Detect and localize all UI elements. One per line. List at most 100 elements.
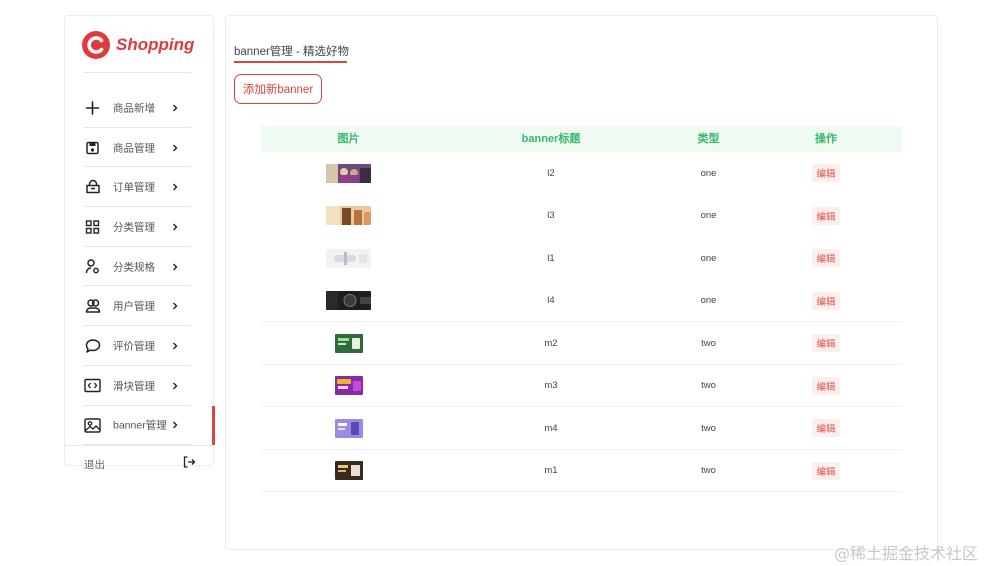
column-header-image: 图片 <box>337 133 360 145</box>
image-cell <box>301 407 396 450</box>
watermark: @稀土掘金技术社区 <box>834 544 979 563</box>
title-cell: m2 <box>544 337 558 349</box>
main-panel: banner管理 - 精选好物 添加新banner 图片 banner标题 类型… <box>225 15 938 550</box>
title-cell: l4 <box>547 295 555 307</box>
brand-logo[interactable]: Shopping <box>82 30 194 60</box>
logout-label: 退出 <box>84 459 105 471</box>
sidebar-item-sliders[interactable]: 滑块管理 <box>65 366 214 406</box>
image-cell <box>301 322 396 365</box>
edit-button[interactable]: 编辑 <box>812 419 840 438</box>
code-icon <box>84 377 101 394</box>
image-cell <box>301 450 396 493</box>
table-row: l3 one 编辑 <box>261 195 902 238</box>
banner-thumbnail <box>334 376 363 396</box>
title-cell: l3 <box>547 210 555 222</box>
sidebar-item-label: 分类规格 <box>113 261 155 274</box>
banner-thumbnail <box>326 248 371 268</box>
action-cell: 编辑 <box>786 152 866 195</box>
type-cell: two <box>701 380 716 392</box>
chevron-right-icon <box>173 382 178 390</box>
divider <box>65 445 214 446</box>
table-row: m2 two 编辑 <box>261 322 902 365</box>
title-cell: l1 <box>547 252 555 264</box>
edit-button[interactable]: 编辑 <box>812 334 840 353</box>
title-cell: m3 <box>544 380 558 392</box>
sidebar: Shopping 商品新增 商品管理 订单管理 分类管理 分类规格 用户管理 评… <box>64 15 215 471</box>
sidebar-menu: 商品新增 商品管理 订单管理 分类管理 分类规格 用户管理 评价管理 滑块管理 … <box>65 88 215 446</box>
chevron-right-icon <box>173 342 178 350</box>
edit-button[interactable]: 编辑 <box>812 164 840 183</box>
table-row: l2 one 编辑 <box>261 152 902 195</box>
users-icon <box>84 298 101 315</box>
type-cell: one <box>700 210 717 222</box>
sidebar-item-banners[interactable]: banner管理 <box>65 405 215 446</box>
brand-name: Shopping <box>116 35 195 54</box>
banner-thumbnail <box>326 206 371 226</box>
edit-button[interactable]: 编辑 <box>812 291 840 310</box>
image-cell <box>301 365 396 408</box>
action-cell: 编辑 <box>786 407 866 450</box>
column-header-type: 类型 <box>697 133 720 145</box>
chevron-right-icon <box>173 421 178 429</box>
column-header-title: banner标题 <box>521 133 581 145</box>
image-icon <box>84 417 101 434</box>
image-cell <box>301 195 396 238</box>
save-icon <box>84 139 101 156</box>
chevron-right-icon <box>173 144 178 152</box>
sidebar-item-orders[interactable]: 订单管理 <box>65 167 214 207</box>
chevron-right-icon <box>173 104 178 112</box>
edit-button[interactable]: 编辑 <box>812 461 840 480</box>
sidebar-item-label: 订单管理 <box>113 181 155 194</box>
chevron-right-icon <box>173 183 178 191</box>
logout-button[interactable]: 退出 <box>84 454 196 474</box>
add-banner-button[interactable]: 添加新banner <box>234 74 322 104</box>
type-cell: two <box>701 422 716 434</box>
title-cell: m4 <box>544 422 558 434</box>
banner-thumbnail <box>334 418 363 438</box>
edit-button[interactable]: 编辑 <box>812 376 840 395</box>
logout-icon <box>183 456 196 468</box>
image-cell <box>301 280 396 323</box>
banner-thumbnail <box>334 461 363 481</box>
sidebar-item-product-add[interactable]: 商品新增 <box>65 88 214 128</box>
grid-icon <box>84 218 101 235</box>
table-row: l4 one 编辑 <box>261 280 902 323</box>
type-cell: two <box>701 465 716 477</box>
sidebar-item-reviews[interactable]: 评价管理 <box>65 326 214 366</box>
edit-button[interactable]: 编辑 <box>812 206 840 225</box>
table-row: l1 one 编辑 <box>261 237 902 280</box>
type-cell: two <box>701 337 716 349</box>
table-row: m1 two 编辑 <box>261 450 902 493</box>
title-cell: l2 <box>547 167 555 179</box>
table-header: 图片 banner标题 类型 操作 <box>261 126 902 152</box>
image-cell <box>301 152 396 195</box>
plus-icon <box>84 99 101 116</box>
edit-button[interactable]: 编辑 <box>812 249 840 268</box>
sidebar-item-category-specs[interactable]: 分类规格 <box>65 247 214 287</box>
action-cell: 编辑 <box>786 195 866 238</box>
comment-icon <box>84 337 101 354</box>
action-cell: 编辑 <box>786 280 866 323</box>
sidebar-item-label: 滑块管理 <box>113 380 155 393</box>
sidebar-item-label: 分类管理 <box>113 221 155 234</box>
sidebar-item-label: 商品新增 <box>113 102 155 115</box>
chevron-right-icon <box>173 223 178 231</box>
shopping-bag-icon <box>84 179 101 196</box>
type-cell: one <box>700 167 717 179</box>
sidebar-item-users[interactable]: 用户管理 <box>65 286 214 326</box>
chevron-right-icon <box>173 302 178 310</box>
tab-underline <box>234 61 347 63</box>
logo-c-icon <box>82 31 110 59</box>
sidebar-item-label: 商品管理 <box>113 142 155 155</box>
action-cell: 编辑 <box>786 450 866 493</box>
active-indicator <box>212 405 215 446</box>
sidebar-item-label: 评价管理 <box>113 340 155 353</box>
sidebar-item-product-manage[interactable]: 商品管理 <box>65 128 214 168</box>
image-cell <box>301 237 396 280</box>
table-row: m3 two 编辑 <box>261 365 902 408</box>
sidebar-item-categories[interactable]: 分类管理 <box>65 207 214 247</box>
title-cell: m1 <box>544 465 558 477</box>
action-cell: 编辑 <box>786 365 866 408</box>
sidebar-item-label: 用户管理 <box>113 300 155 313</box>
user-location-icon <box>84 258 101 275</box>
